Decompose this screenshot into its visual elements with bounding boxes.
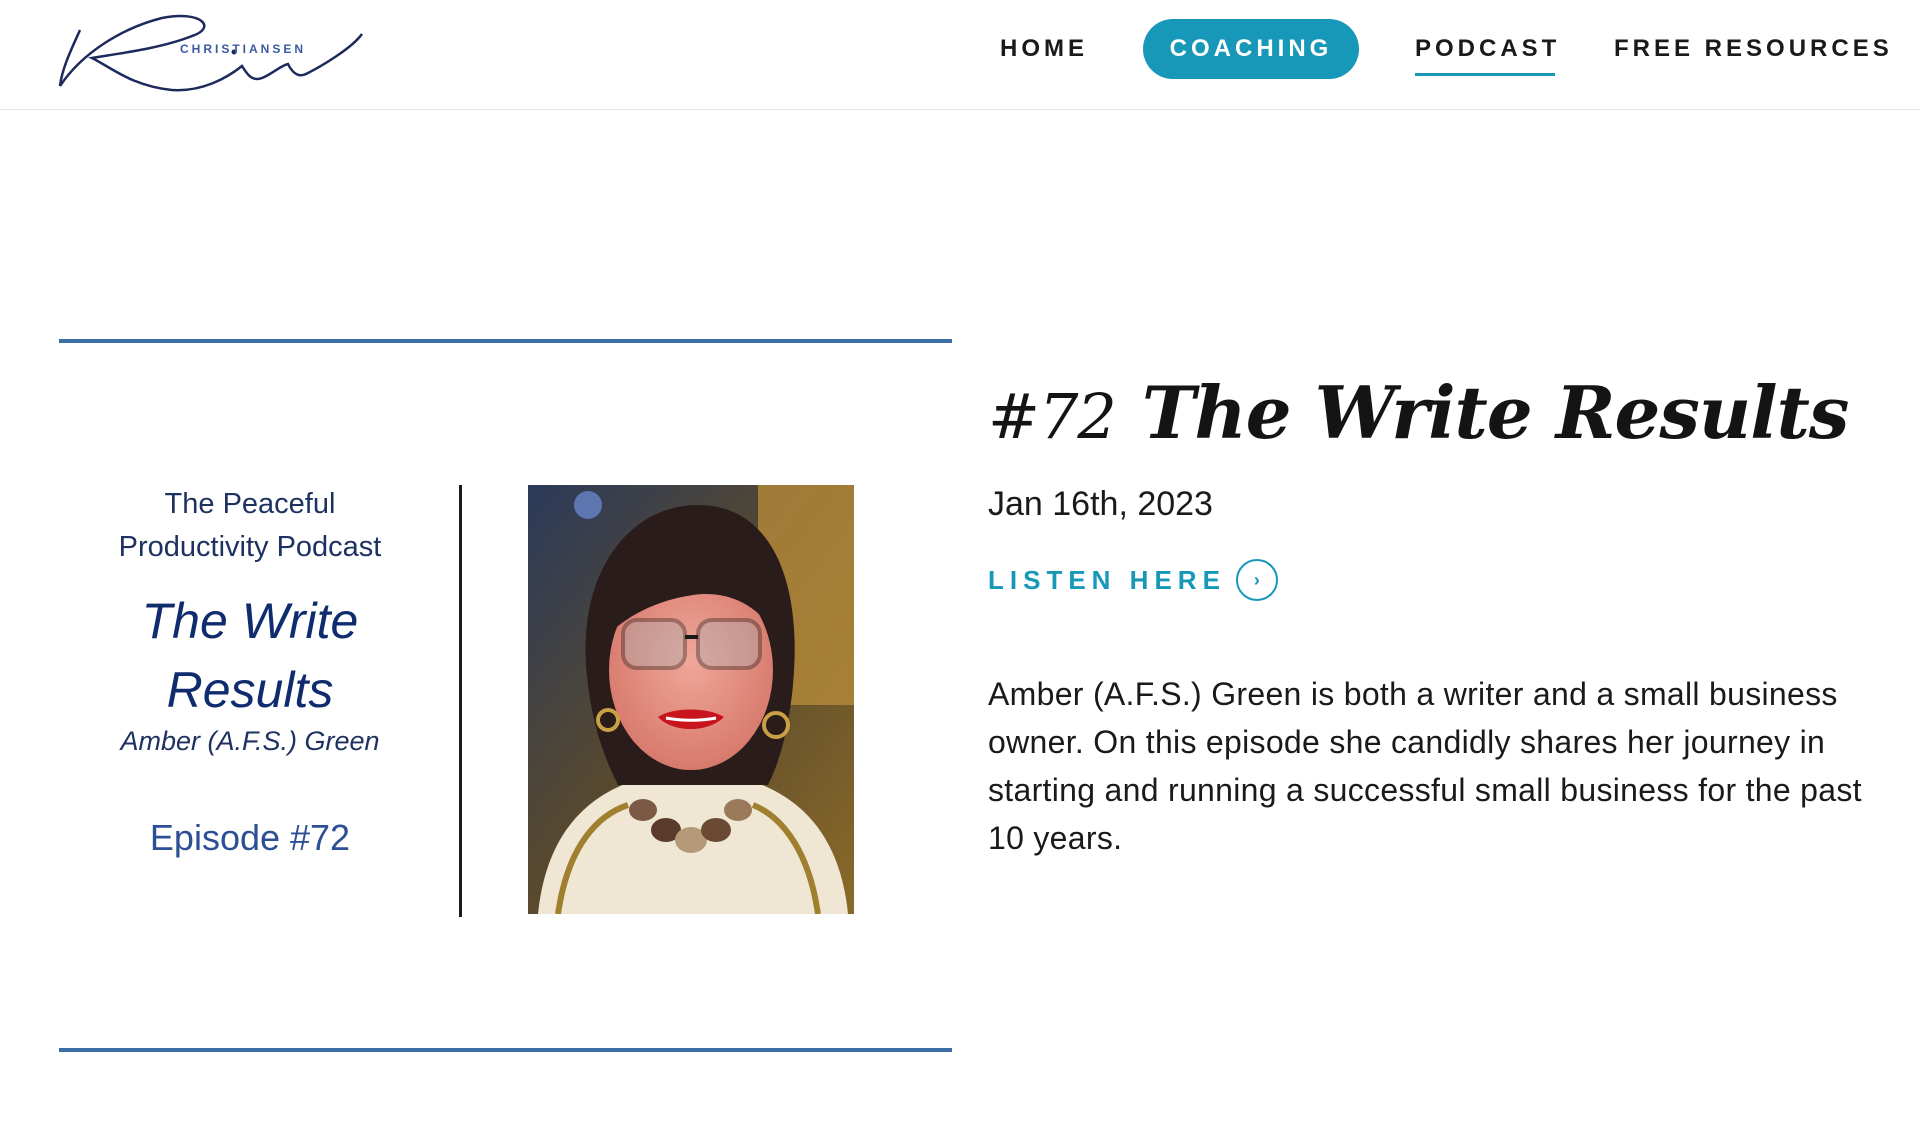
nav-home[interactable]: HOME [1000,32,1088,66]
site-header: CHRISTIANSEN HOME COACHING PODCAST FREE … [0,0,1920,110]
artwork-title-line2: Results [166,662,334,718]
artwork-episode: Episode #72 [149,817,351,858]
artwork-divider [459,485,462,917]
artwork-podcast-line2: Productivity Podcast [118,531,382,563]
episode-description: Amber (A.F.S.) Green is both a writer an… [988,676,1862,856]
episode-title-text: The Write Results [1141,370,1850,456]
episode-title: #72 The Write Results [988,370,1850,456]
site-logo[interactable]: CHRISTIANSEN [52,8,372,96]
guest-portrait-image [528,485,854,914]
episode-date: Jan 16th, 2023 [988,485,1213,523]
artwork-top-rule [59,339,952,343]
page: CHRISTIANSEN HOME COACHING PODCAST FREE … [0,0,1920,1123]
nav-free-resources[interactable]: FREE RESOURCES [1614,32,1893,66]
episode-artwork-text: The Peaceful Productivity Podcast The Wr… [80,483,420,859]
logo-wordmark: CHRISTIANSEN [180,42,307,56]
chevron-right-circle-icon[interactable]: › [1235,559,1278,601]
artwork-guest: Amber (A.F.S.) Green [120,726,380,756]
artwork-podcast-line1: The Peaceful [164,488,336,520]
nav-active-underline [1415,73,1555,76]
artwork-bottom-rule [59,1048,952,1052]
listen-here-link[interactable]: LISTEN HERE › [988,559,1278,601]
nav-podcast[interactable]: PODCAST [1415,32,1560,66]
episode-number: #72 [988,380,1117,454]
guest-photo [528,485,854,914]
nav-coaching[interactable]: COACHING [1143,19,1359,79]
listen-here-label: LISTEN HERE [988,565,1226,595]
artwork-title-line1: The Write [141,593,359,649]
